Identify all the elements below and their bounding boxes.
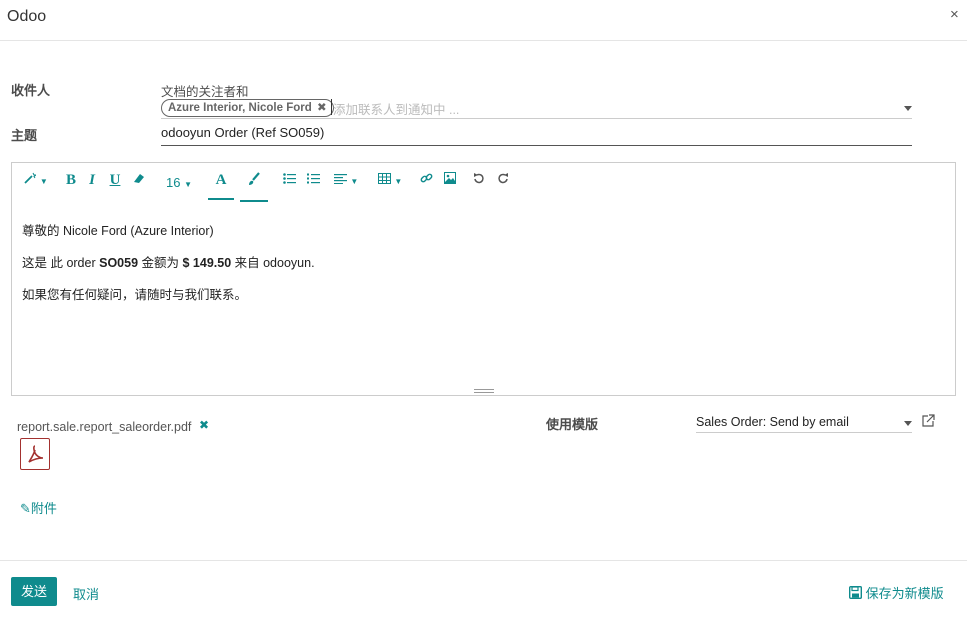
recipients-dropdown-icon[interactable] <box>904 106 912 111</box>
subject-label: 主题 <box>11 128 38 143</box>
footer-divider <box>0 560 967 561</box>
image-icon[interactable] <box>443 172 457 187</box>
recipient-tag[interactable]: Azure Interior, Nicole Ford ✖ <box>161 99 334 117</box>
font-size-value: 16 <box>165 175 181 190</box>
subject-value: odooyun Order (Ref SO059) <box>161 125 325 140</box>
table-icon <box>377 173 391 184</box>
eraser-icon[interactable] <box>131 172 147 187</box>
recipients-label: 收件人 <box>11 83 51 98</box>
brush-icon <box>249 172 260 185</box>
body-greeting: 尊敬的 Nicole Ford (Azure Interior) <box>22 224 214 238</box>
close-icon[interactable]: × <box>950 6 959 23</box>
body-line-contact: 如果您有任何疑问，请随时与我们联系。 <box>22 288 248 302</box>
undo-icon[interactable] <box>472 172 486 187</box>
bold-button[interactable]: B <box>64 172 78 189</box>
font-size-dropdown[interactable]: 16 ▼ <box>163 175 195 190</box>
italic-button[interactable]: I <box>86 172 98 189</box>
magic-icon <box>24 172 38 184</box>
recipients-placeholder: 添加联系人到通知中 ... <box>333 103 460 117</box>
highlight-color-button[interactable] <box>240 172 268 202</box>
remove-attachment-icon[interactable]: ✖ <box>199 418 209 432</box>
message-editor[interactable] <box>11 162 956 396</box>
save-as-template-button[interactable]: 保存为新模版 <box>848 583 944 602</box>
recipient-tag-label: Azure Interior, Nicole Ford <box>168 102 312 114</box>
underline-button[interactable]: U <box>108 172 122 189</box>
body-line-order: 这是 此 order SO059 金额为 $ 149.50 来自 odooyun… <box>22 256 315 270</box>
numbered-list-icon[interactable] <box>306 172 320 187</box>
bullet-list-icon[interactable] <box>282 172 296 187</box>
redo-icon[interactable] <box>496 172 510 187</box>
add-attachment-button[interactable]: ✎附件 <box>20 498 57 517</box>
attachment-filename[interactable]: report.sale.report_saleorder.pdf <box>17 420 191 434</box>
template-value: Sales Order: Send by email <box>696 415 849 429</box>
template-dropdown-icon[interactable] <box>904 421 912 426</box>
table-dropdown[interactable]: ▼ <box>376 172 404 187</box>
remove-tag-icon[interactable]: ✖ <box>317 102 327 114</box>
template-select[interactable]: Sales Order: Send by email <box>696 413 912 433</box>
cancel-button[interactable]: 取消 <box>73 584 99 603</box>
paperclip-icon: ✎ <box>20 501 31 516</box>
editor-resize-handle-line <box>474 392 494 393</box>
pdf-icon[interactable] <box>20 438 50 470</box>
external-link-icon[interactable] <box>922 414 935 432</box>
subject-input[interactable]: odooyun Order (Ref SO059) <box>161 124 912 146</box>
template-label: 使用模版 <box>546 417 599 432</box>
floppy-icon <box>848 585 863 600</box>
align-dropdown[interactable]: ▼ <box>332 172 360 187</box>
text-cursor <box>331 99 332 115</box>
editor-resize-handle[interactable] <box>474 389 494 390</box>
send-button[interactable]: 发送 <box>11 577 57 606</box>
font-color-button[interactable]: A <box>208 172 234 200</box>
dialog-title: Odoo <box>7 8 47 25</box>
align-left-icon <box>333 174 347 184</box>
link-icon[interactable] <box>419 172 433 188</box>
dialog-header <box>0 0 967 41</box>
style-dropdown[interactable]: ▼ <box>22 172 50 187</box>
